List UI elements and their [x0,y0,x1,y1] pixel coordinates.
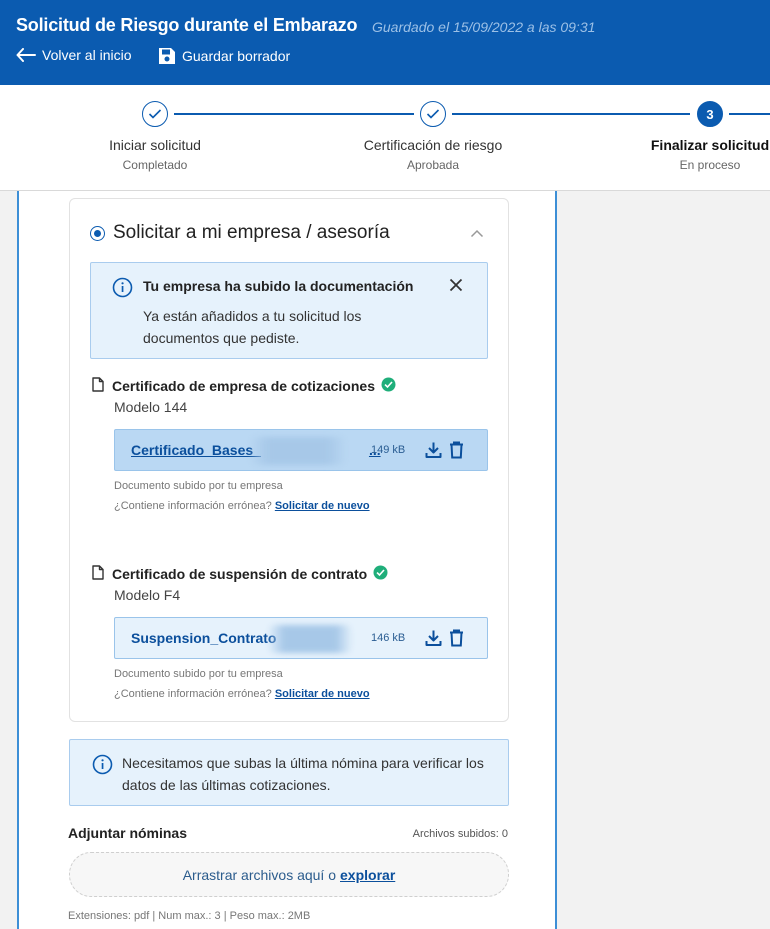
request-again-link[interactable]: Solicitar de nuevo [275,500,370,512]
document-item: Certificado de empresa de cotizaciones M… [92,377,492,512]
step-3-number: 3 [697,101,723,127]
uploaded-file: Certificado_Bases_... 149 kB [114,429,488,471]
step-1-status: Completado [122,158,188,172]
browse-files-link[interactable]: explorar [340,867,395,883]
document-icon [92,565,104,583]
download-icon[interactable] [425,441,442,464]
back-to-home-button[interactable]: Volver al inicio [16,47,132,63]
page-title: Solicitud de Riesgo durante el Embarazo [16,15,358,35]
file-size: 146 kB [371,632,406,644]
dropzone-text: Arrastrar archivos aquí o [182,866,337,883]
back-to-home-label: Volver al inicio [42,47,132,63]
check-circle-icon [381,377,396,395]
app-header: Solicitud de Riesgo durante el Embarazo … [0,0,770,85]
info-icon [92,754,113,780]
main-panel: Solicitar a mi empresa / asesoría Tu emp… [17,191,557,929]
save-draft-button[interactable]: Guardar borrador [158,47,290,65]
download-icon[interactable] [425,629,442,652]
file-name-link[interactable]: Suspension_Contrato [131,630,276,646]
document-name: Certificado de suspensión de contrato [112,566,368,582]
saved-status: Guardado el 15/09/2022 a las 09:31 [372,19,596,35]
step-2-check-icon [420,101,446,127]
trash-icon[interactable] [449,441,464,464]
step-connector [452,113,690,115]
file-constraints: Extensiones: pdf | Num max.: 3 | Peso ma… [68,910,311,922]
attach-payslips-title: Adjuntar nóminas [68,825,188,841]
step-1-check-icon [142,101,168,127]
step-3-status: En proceso [679,158,741,172]
step-connector [729,113,770,115]
document-icon [92,377,104,395]
error-question: ¿Contiene información errónea? Solicitar… [114,688,370,700]
arrow-left-icon [16,48,36,62]
card-title: Solicitar a mi empresa / asesoría [113,222,390,243]
notice-text: Necesitamos que subas la última nómina p… [122,755,484,793]
redacted-filename [249,437,347,465]
payslip-notice: Necesitamos que subas la última nómina p… [69,739,509,806]
document-model: Modelo F4 [114,587,181,603]
document-item: Certificado de suspensión de contrato Mo… [92,565,492,700]
uploaded-files-count: Archivos subidos: 0 [412,828,508,840]
chevron-up-icon[interactable] [470,225,484,243]
progress-stepper: 3 Iniciar solicitud Completado Certifica… [0,85,770,191]
request-company-option[interactable]: Solicitar a mi empresa / asesoría [90,222,390,244]
request-company-card: Solicitar a mi empresa / asesoría Tu emp… [69,198,509,722]
save-draft-label: Guardar borrador [182,48,291,64]
step-2-label: Certificación de riesgo [363,137,503,153]
alert-text: Ya están añadidos a tu solicitud los doc… [143,308,362,346]
alert-title: Tu empresa ha subido la documentación [143,278,414,294]
floppy-disk-icon [159,48,175,64]
close-icon[interactable] [449,278,463,297]
document-name: Certificado de empresa de cotizaciones [112,378,375,394]
request-again-link[interactable]: Solicitar de nuevo [275,688,370,700]
step-1-label: Iniciar solicitud [109,137,201,153]
check-circle-icon [373,565,388,583]
redacted-filename [267,625,353,653]
info-icon [112,277,133,303]
step-connector [174,113,414,115]
step-2-status: Aprobada [406,158,460,172]
documentation-uploaded-alert: Tu empresa ha subido la documentación Ya… [90,262,488,359]
uploaded-by-text: Documento subido por tu empresa [114,668,283,680]
trash-icon[interactable] [449,629,464,652]
file-size: 149 kB [371,444,406,456]
uploaded-file: Suspension_Contrato 146 kB [114,617,488,659]
uploaded-by-text: Documento subido por tu empresa [114,480,283,492]
document-model: Modelo 144 [114,399,188,415]
radio-selected-icon[interactable] [90,225,105,241]
file-dropzone[interactable]: Arrastrar archivos aquí o explorar [69,852,509,897]
step-3-label: Finalizar solicitud [650,137,770,153]
error-question: ¿Contiene información errónea? Solicitar… [114,500,370,512]
